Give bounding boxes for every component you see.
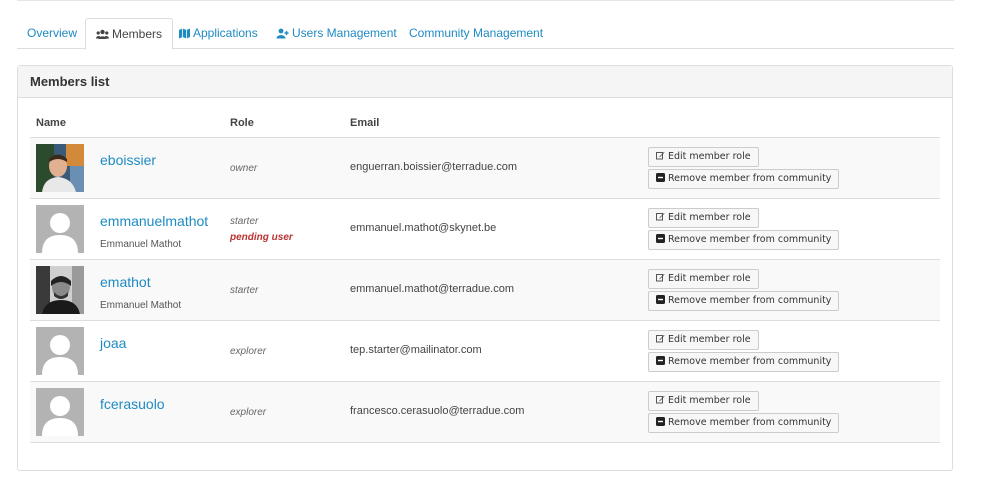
remove-member-label: Remove member from community xyxy=(668,234,832,245)
avatar xyxy=(36,205,84,253)
edit-icon xyxy=(656,332,665,350)
minus-square-icon xyxy=(656,171,665,189)
edit-icon xyxy=(656,271,665,289)
minus-square-icon xyxy=(656,293,665,311)
edit-member-role-label: Edit member role xyxy=(668,151,751,162)
member-fullname: Emmanuel Mathot xyxy=(100,239,182,250)
minus-square-icon xyxy=(656,232,665,250)
column-role: Role xyxy=(230,117,254,129)
tab-users-management[interactable]: Users Management xyxy=(266,18,407,49)
tab-applications-label: Applications xyxy=(193,26,258,40)
table-row: joaa explorer tep.starter@mailinator.com… xyxy=(30,321,940,382)
table-row: emmanuelmathot Emmanuel Mathot starter p… xyxy=(30,199,940,260)
remove-member-label: Remove member from community xyxy=(668,295,832,306)
map-icon xyxy=(179,20,190,50)
table-row: eboissier owner enguerran.boissier@terra… xyxy=(30,138,940,199)
minus-square-icon xyxy=(656,354,665,372)
member-role: starter xyxy=(230,216,259,227)
member-email: tep.starter@mailinator.com xyxy=(350,344,482,356)
table-row: fcerasuolo explorer francesco.cerasuolo@… xyxy=(30,382,940,443)
avatar xyxy=(36,327,84,375)
member-role: starter xyxy=(230,285,259,296)
users-icon xyxy=(96,21,109,51)
table-row: emathot Emmanuel Mathot starter emmanuel… xyxy=(30,260,940,321)
edit-member-role-label: Edit member role xyxy=(668,334,751,345)
column-email: Email xyxy=(350,117,380,129)
member-username[interactable]: emmanuelmathot xyxy=(100,213,208,229)
avatar xyxy=(36,388,84,436)
tab-members[interactable]: Members xyxy=(85,18,174,51)
member-username[interactable]: joaa xyxy=(100,335,126,351)
remove-member-button[interactable]: Remove member from community xyxy=(648,352,840,372)
edit-member-role-label: Edit member role xyxy=(668,273,751,284)
members-panel: Members list Name Role Email eboissier o… xyxy=(17,65,953,471)
remove-member-button[interactable]: Remove member from community xyxy=(648,291,840,311)
user-plus-icon xyxy=(276,20,289,50)
edit-icon xyxy=(656,393,665,411)
panel-title: Members list xyxy=(18,66,952,98)
edit-member-role-button[interactable]: Edit member role xyxy=(648,330,759,350)
member-username[interactable]: eboissier xyxy=(100,152,156,168)
remove-member-label: Remove member from community xyxy=(668,173,832,184)
member-role: explorer xyxy=(230,407,267,418)
remove-member-button[interactable]: Remove member from community xyxy=(648,413,840,433)
edit-icon xyxy=(656,149,665,167)
column-name: Name xyxy=(36,117,66,129)
member-email: enguerran.boissier@terradue.com xyxy=(350,161,518,173)
avatar xyxy=(36,144,84,192)
member-fullname: Emmanuel Mathot xyxy=(100,300,182,311)
tab-applications[interactable]: Applications xyxy=(169,18,268,49)
member-role: owner xyxy=(230,163,258,174)
remove-member-label: Remove member from community xyxy=(668,417,832,428)
tab-community-management[interactable]: Community Management xyxy=(399,18,553,49)
edit-member-role-button[interactable]: Edit member role xyxy=(648,269,759,289)
remove-member-button[interactable]: Remove member from community xyxy=(648,230,840,250)
edit-member-role-button[interactable]: Edit member role xyxy=(648,208,759,228)
edit-member-role-label: Edit member role xyxy=(668,395,751,406)
member-email: emmanuel.mathot@skynet.be xyxy=(350,222,497,234)
member-email: emmanuel.mathot@terradue.com xyxy=(350,283,515,295)
minus-square-icon xyxy=(656,415,665,433)
remove-member-button[interactable]: Remove member from community xyxy=(648,169,840,189)
edit-icon xyxy=(656,210,665,228)
avatar xyxy=(36,266,84,314)
tab-bar: Overview Members Applications Users Mana… xyxy=(17,18,954,51)
member-role: explorer xyxy=(230,346,267,357)
tab-overview[interactable]: Overview xyxy=(17,18,87,49)
tab-community-management-label: Community Management xyxy=(409,26,544,40)
remove-member-label: Remove member from community xyxy=(668,356,832,367)
edit-member-role-button[interactable]: Edit member role xyxy=(648,147,759,167)
table-header: Name Role Email xyxy=(30,112,940,138)
edit-member-role-label: Edit member role xyxy=(668,212,751,223)
top-divider xyxy=(17,0,954,1)
tab-overview-label: Overview xyxy=(27,26,78,40)
pending-user-label: pending user xyxy=(230,232,293,243)
edit-member-role-button[interactable]: Edit member role xyxy=(648,391,759,411)
tab-users-management-label: Users Management xyxy=(292,26,397,40)
member-username[interactable]: fcerasuolo xyxy=(100,396,165,412)
tab-members-label: Members xyxy=(112,27,163,41)
member-username[interactable]: emathot xyxy=(100,274,151,290)
member-email: francesco.cerasuolo@terradue.com xyxy=(350,405,525,417)
